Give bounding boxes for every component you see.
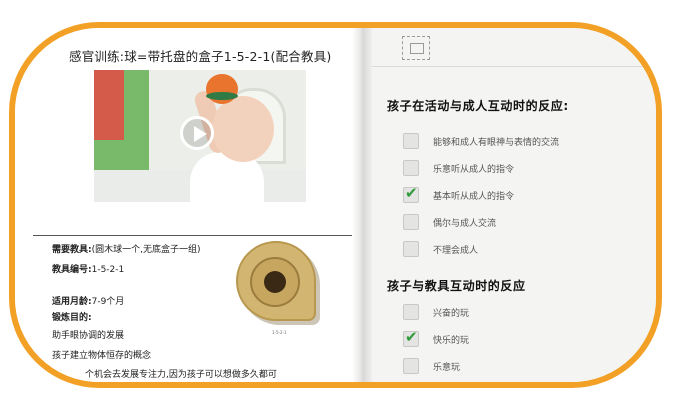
age-line: 适用月龄:7-9个月 (52, 294, 124, 307)
baby-head (212, 96, 274, 162)
section-toy-interaction-title: 孩子与教具互动时的反应 (387, 279, 526, 293)
checkmark-icon: ✔ (405, 328, 418, 346)
option-label: 基本听从成人的指令 (433, 192, 515, 202)
video-thumbnail-red-panel (94, 70, 124, 140)
checkbox[interactable] (403, 358, 419, 374)
goal-heading: 锻炼目的: (52, 310, 92, 323)
option-label: 乐意玩 (433, 363, 461, 373)
assessment-page: 孩子在活动与成人互动时的反应: 能够和成人有眼神与表情的交流 乐意听从成人的指令… (372, 28, 656, 382)
goal-item-1: 助手眼协调的发展 (52, 331, 125, 341)
checkbox-checked[interactable]: ✔ (403, 328, 419, 347)
goal-item-2: 孩子建立物体恒存的概念 (52, 351, 152, 361)
option-label: 不理会成人 (433, 246, 479, 256)
app-window: 感官训练:球=带托盘的盒子1-5-2-1(配合教具) 需要教具:(圆木球一个,无… (9, 22, 662, 388)
video-player[interactable] (94, 70, 306, 202)
checkbox[interactable] (403, 160, 419, 176)
checkbox[interactable] (403, 133, 419, 149)
toy-box-hole (264, 271, 286, 293)
code-value: 1-5-2-1 (91, 265, 125, 275)
checkbox-checked[interactable]: ✔ (403, 184, 419, 203)
image-caption: 1-5-2-1 (272, 330, 287, 335)
checkmark-icon: ✔ (405, 184, 418, 202)
option-label: 偶尔与成人交流 (433, 219, 497, 229)
ball-band (206, 92, 238, 100)
image-tile-icon[interactable] (402, 36, 430, 60)
goal-label: 锻炼目的: (52, 313, 92, 323)
checkbox[interactable] (403, 214, 419, 230)
materials-value: (圆木球一个,无底盒子一组) (91, 245, 201, 255)
checkbox[interactable] (403, 241, 419, 257)
goal-item-3: 个机会去发展专注力,因为孩子可以想做多久都可 (85, 370, 277, 380)
header-divider (372, 66, 656, 67)
checkbox[interactable] (403, 304, 419, 320)
option-label: 能够和成人有眼神与表情的交流 (433, 138, 560, 148)
code-label: 教具编号: (52, 265, 92, 275)
option-label: 快乐的玩 (433, 336, 470, 346)
play-icon[interactable] (180, 116, 214, 150)
materials-label: 需要教具: (52, 245, 92, 255)
materials-line: 需要教具:(圆木球一个,无底盒子一组) (52, 242, 201, 255)
section-adult-interaction-title: 孩子在活动与成人互动时的反应: (387, 99, 569, 113)
age-value: 7-9个月 (91, 297, 125, 307)
age-label: 适用月龄: (52, 297, 92, 307)
toy-box-image (236, 241, 320, 327)
lesson-title: 感官训练:球=带托盘的盒子1-5-2-1(配合教具) (69, 49, 332, 64)
book-spine (352, 28, 372, 382)
section-divider (33, 235, 364, 236)
option-label: 乐意听从成人的指令 (433, 165, 515, 175)
lesson-page: 感官训练:球=带托盘的盒子1-5-2-1(配合教具) 需要教具:(圆木球一个,无… (15, 28, 364, 382)
code-line: 教具编号:1-5-2-1 (52, 262, 124, 275)
option-label: 兴奋的玩 (433, 309, 470, 319)
